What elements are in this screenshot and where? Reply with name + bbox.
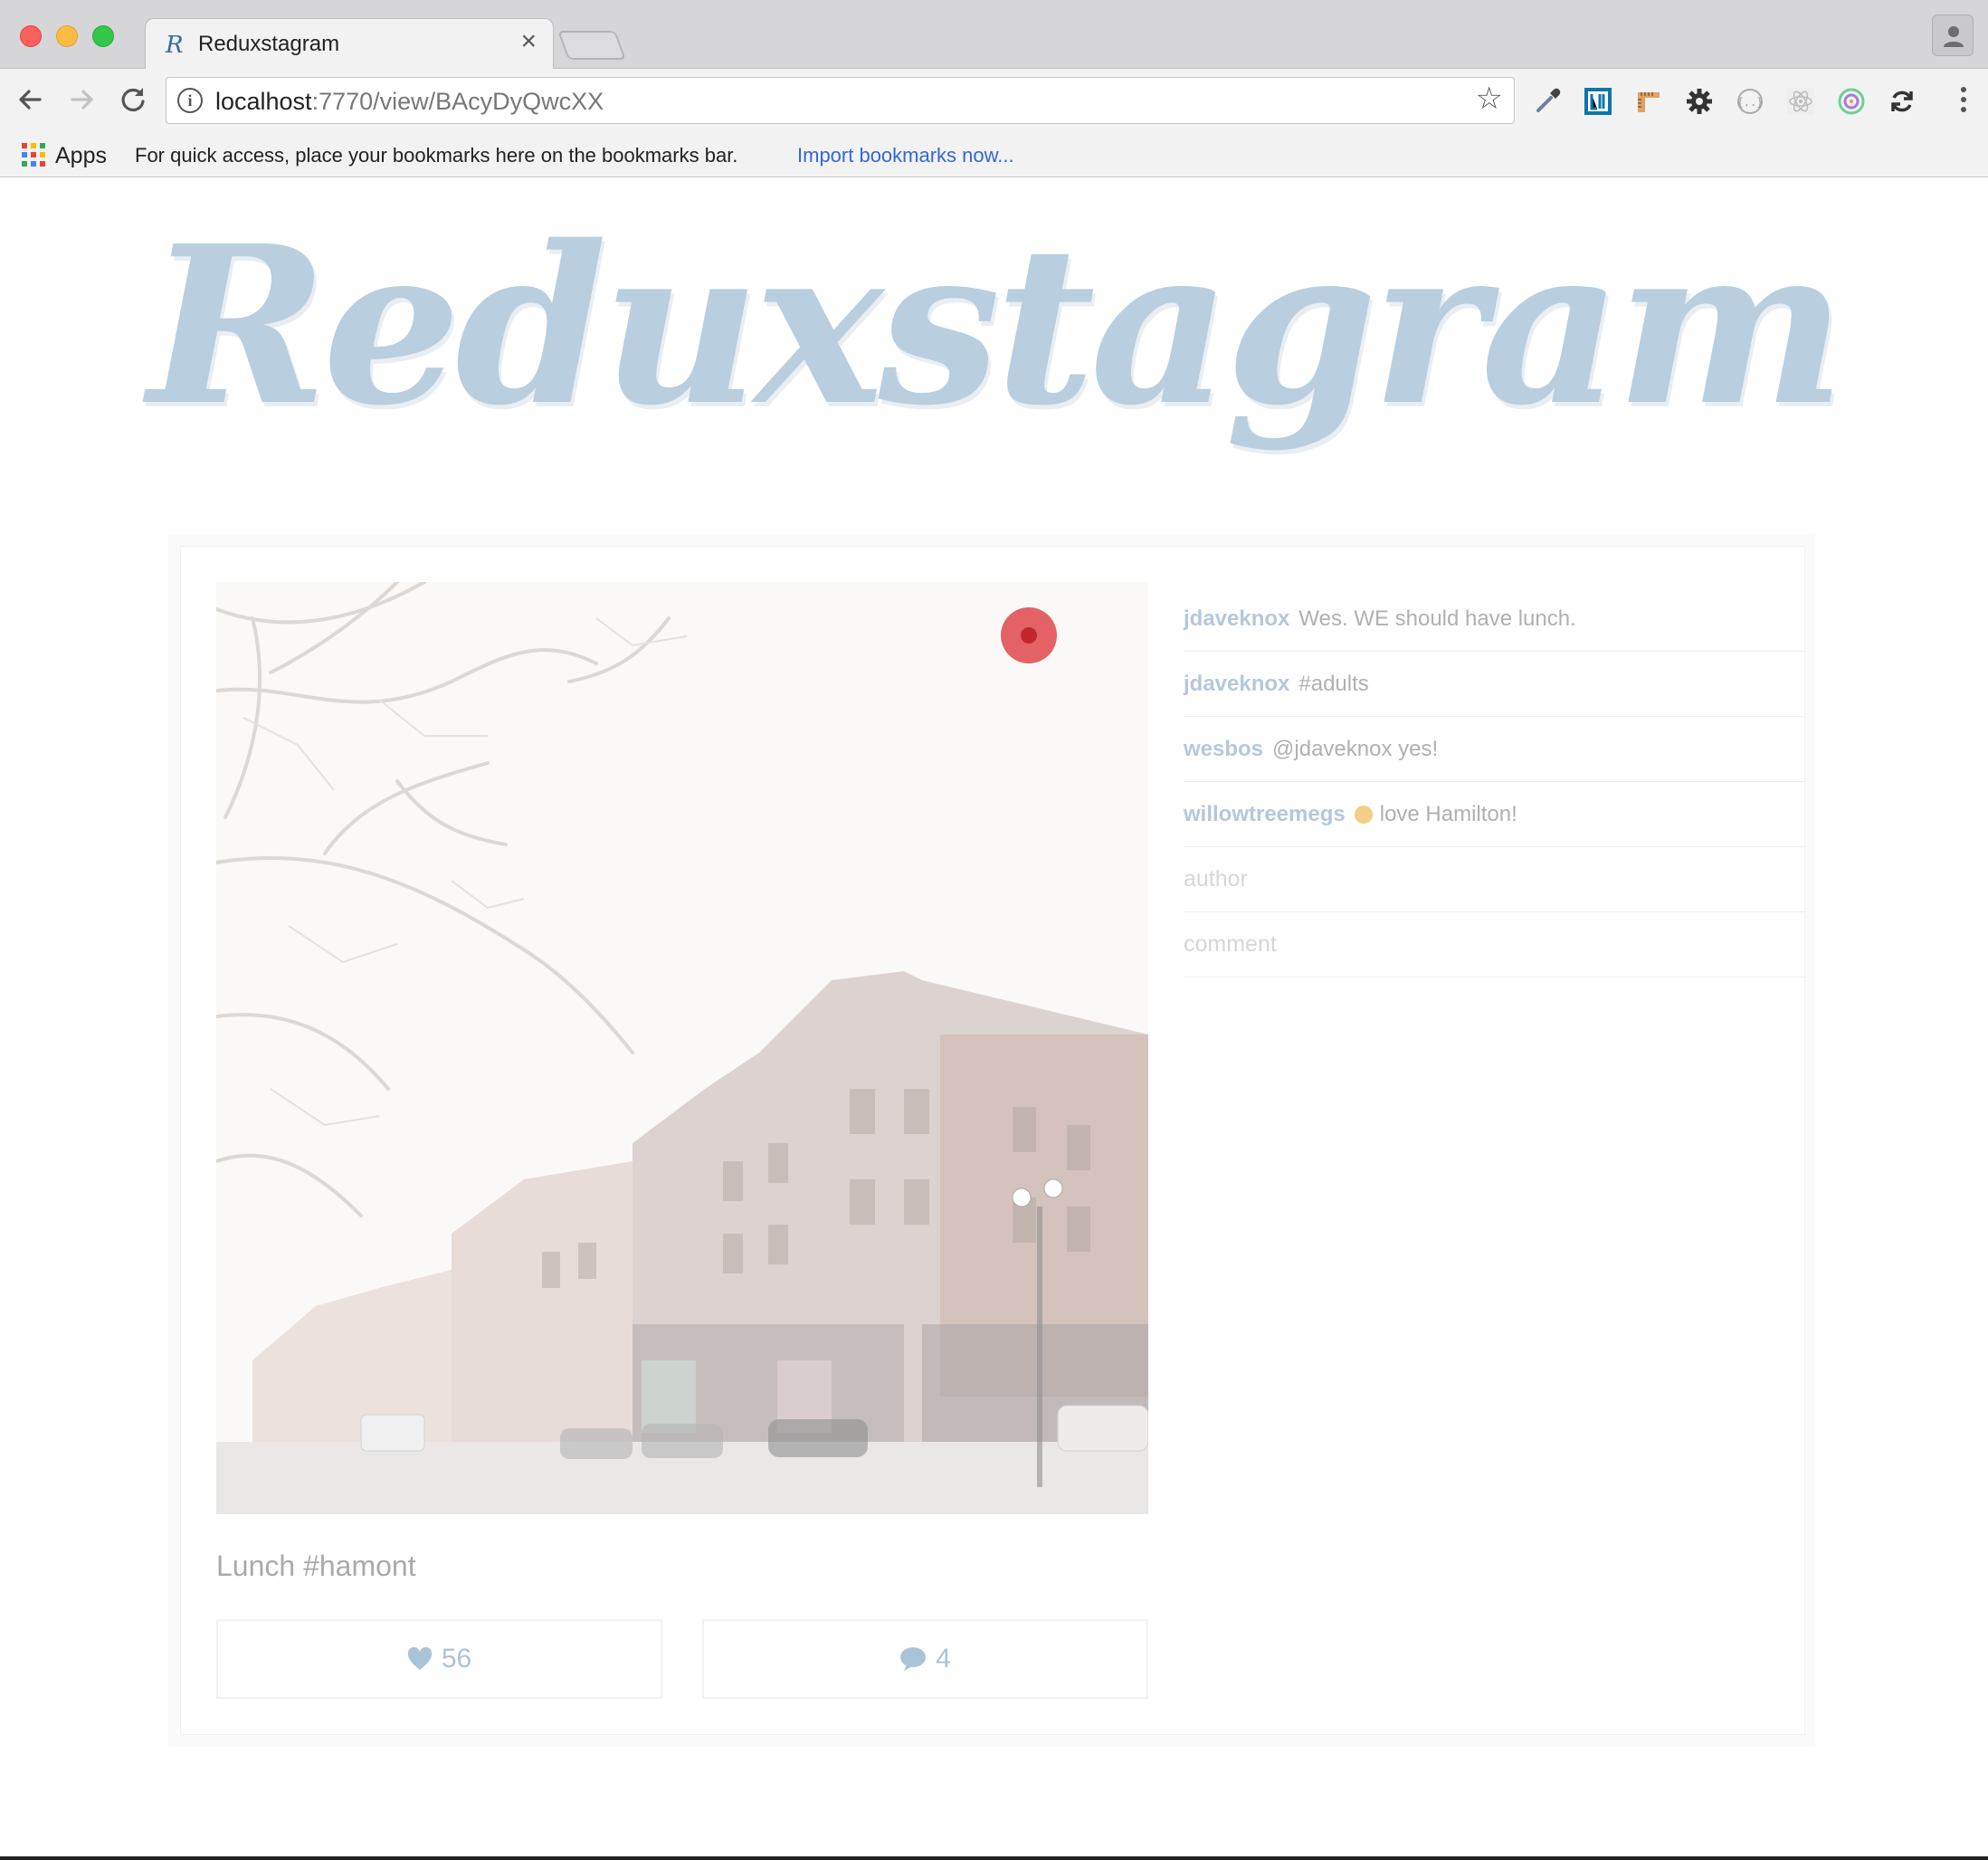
json-viewer-icon[interactable]: {..} [1734,85,1766,118]
street-photo-illustration [216,582,1148,1514]
apps-shortcut[interactable]: Apps [55,143,107,169]
post-photo[interactable] [216,582,1148,1514]
linkedin-icon[interactable] [1582,85,1614,118]
active-tab[interactable]: R Reduxstagram × [145,18,554,70]
comment-author: wesbos [1184,736,1264,761]
comment-text: Wes. WE should have lunch. [1298,606,1576,631]
comment-item: willowtreemegs love Hamilton! [1184,782,1806,847]
reload-button[interactable] [115,81,151,118]
comment-item: wesbos @jdaveknox yes! [1184,717,1806,782]
like-button[interactable]: 56 [216,1619,662,1699]
reload-icon [121,88,145,112]
tab-favicon-icon: R [166,32,184,59]
tab-close-icon[interactable]: × [520,28,537,55]
window-bottom-edge [0,1856,1988,1860]
smiling-face-emoji-icon [1354,805,1373,824]
author-field-row [1184,847,1806,912]
person-icon [1944,26,1964,47]
back-button[interactable] [13,81,49,118]
site-info-icon[interactable]: i [177,88,203,113]
author-input[interactable] [1184,866,1806,892]
recording-indicator [1001,607,1057,663]
comment-input[interactable] [1184,931,1806,958]
site-logo[interactable]: Reduxstagram [0,217,1988,434]
sync-icon[interactable] [1886,85,1918,118]
close-window-button[interactable] [20,25,42,47]
comment-text: love Hamilton! [1379,801,1517,826]
speech-bubble-icon [899,1646,927,1672]
comment-author: jdaveknox [1184,606,1290,631]
comment-text: #adults [1298,671,1369,696]
comment-item: jdaveknox #adults [1184,652,1806,717]
react-devtools-icon[interactable] [1784,85,1817,118]
ruler-icon[interactable] [1632,85,1665,118]
apps-grid-icon[interactable] [22,141,47,167]
comments-count: 4 [936,1644,951,1674]
back-arrow-icon [19,90,42,110]
comments-button[interactable]: 4 [702,1619,1148,1699]
tab-title: Reduxstagram [198,32,340,56]
minimize-window-button[interactable] [56,25,78,47]
profile-button[interactable] [1932,14,1974,56]
comment-text: @jdaveknox yes! [1272,736,1439,761]
chrome-menu-button[interactable] [1961,87,1968,117]
tab-strip: R Reduxstagram × [0,0,1988,70]
browser-toolbar: i localhost:7770/view/BAcyDyQwcXX ☆ {..} [0,69,1988,134]
forward-arrow-icon [71,90,93,110]
url-text[interactable]: localhost:7770/view/BAcyDyQwcXX [215,88,604,116]
comments-panel: jdaveknox Wes. WE should have lunch. jda… [1184,587,1806,978]
bookmarks-bar: Apps For quick access, place your bookma… [0,134,1988,177]
new-tab-button[interactable] [557,31,626,60]
comment-author: willowtreemegs [1184,801,1346,826]
forward-button[interactable] [63,81,100,118]
heart-icon [407,1647,433,1671]
comment-author: jdaveknox [1184,671,1290,696]
likes-count: 56 [441,1644,472,1674]
eyedropper-icon[interactable] [1531,85,1564,118]
gear-icon[interactable] [1683,85,1716,118]
redux-devtools-icon[interactable] [1835,85,1868,118]
svg-text:{..}: {..} [1737,96,1764,109]
bookmarks-hint: For quick access, place your bookmarks h… [135,144,738,167]
maximize-window-button[interactable] [92,25,114,47]
comment-field-row [1184,912,1806,978]
import-bookmarks-link[interactable]: Import bookmarks now... [797,144,1014,167]
address-bar[interactable]: i localhost:7770/view/BAcyDyQwcXX ☆ [166,77,1515,124]
bookmark-star-icon[interactable]: ☆ [1476,83,1503,114]
post-caption: Lunch #hamont [216,1550,416,1582]
comment-item: jdaveknox Wes. WE should have lunch. [1184,587,1806,652]
